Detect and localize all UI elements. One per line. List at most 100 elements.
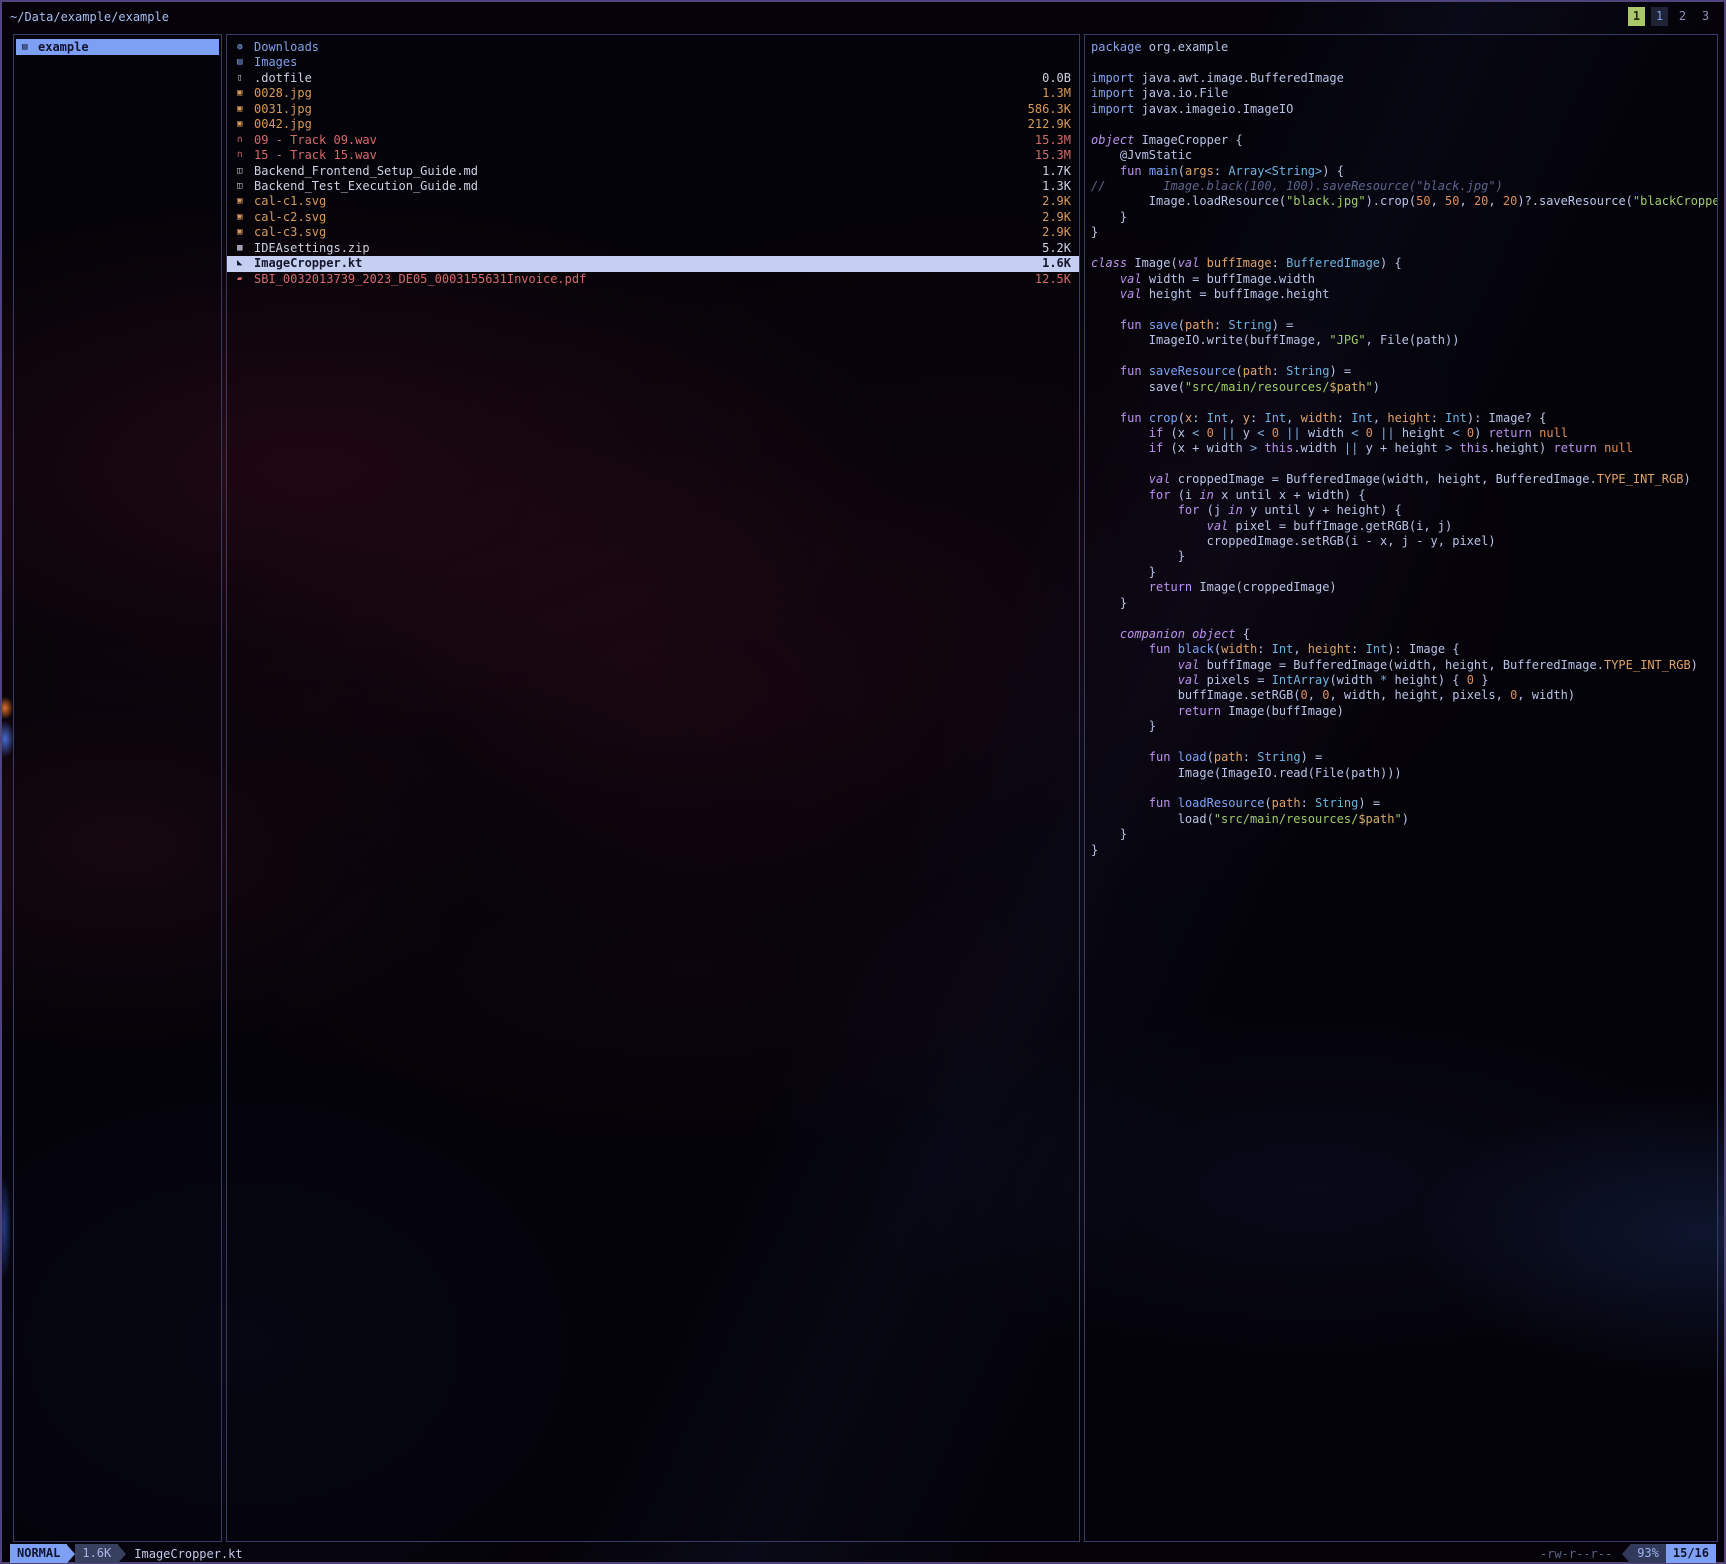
file-row[interactable]: ▤Images bbox=[227, 55, 1079, 70]
file-row[interactable]: ∩09 - Track 09.wav15.3M bbox=[227, 133, 1079, 148]
file-rows: ◍Downloads▤Images▯.dotfile0.0B▣0028.jpg1… bbox=[227, 35, 1079, 287]
file-name: 15 - Track 15.wav bbox=[254, 148, 1035, 163]
parent-rows: ▤example bbox=[14, 35, 221, 59]
code-line: import java.awt.image.BufferedImage bbox=[1091, 71, 1717, 86]
file-size: 586.3K bbox=[1028, 102, 1071, 117]
file-row[interactable]: ▣0042.jpg212.9K bbox=[227, 117, 1079, 132]
code-line: package org.example bbox=[1091, 40, 1717, 55]
file-row[interactable]: ◫Backend_Test_Execution_Guide.md1.3K bbox=[227, 179, 1079, 194]
code-line: fun saveResource(path: String) = bbox=[1091, 364, 1717, 379]
code-line: val croppedImage = BufferedImage(width, … bbox=[1091, 472, 1717, 487]
file-name: Backend_Frontend_Setup_Guide.md bbox=[254, 164, 1042, 179]
kt-file-icon: ◣ bbox=[237, 256, 254, 271]
file-name: ImageCropper.kt bbox=[254, 256, 1042, 271]
file-name: 09 - Track 09.wav bbox=[254, 133, 1035, 148]
file-row[interactable]: ◫Backend_Frontend_Setup_Guide.md1.7K bbox=[227, 164, 1079, 179]
file-name: Backend_Test_Execution_Guide.md bbox=[254, 179, 1042, 194]
file-size: 0.0B bbox=[1042, 71, 1071, 86]
code-line: for (j in y until y + height) { bbox=[1091, 503, 1717, 518]
code-line: companion object { bbox=[1091, 627, 1717, 642]
code-line: val buffImage = BufferedImage(width, hei… bbox=[1091, 658, 1717, 673]
code-line: buffImage.setRGB(0, 0, width, height, pi… bbox=[1091, 688, 1717, 703]
code-line: val pixel = buffImage.getRGB(i, j) bbox=[1091, 519, 1717, 534]
audio-file-icon: ∩ bbox=[237, 133, 254, 148]
tab-4[interactable]: 3 bbox=[1697, 7, 1714, 26]
code-line: } bbox=[1091, 210, 1717, 225]
file-row[interactable]: ∩15 - Track 15.wav15.3M bbox=[227, 148, 1079, 163]
dl-file-icon: ◍ bbox=[237, 40, 254, 55]
code-line bbox=[1091, 302, 1717, 317]
file-name: .dotfile bbox=[254, 71, 1042, 86]
folder-file-icon: ▤ bbox=[237, 55, 254, 70]
code-line: object ImageCropper { bbox=[1091, 133, 1717, 148]
breadcrumb-path: ~/Data/example/example bbox=[10, 7, 169, 27]
code-line: if (x < 0 || y < 0 || width < 0 || heigh… bbox=[1091, 426, 1717, 441]
tab-2[interactable]: 1 bbox=[1651, 7, 1668, 26]
cursor-position-badge: 15/16 bbox=[1666, 1544, 1716, 1563]
file-name: Downloads bbox=[254, 40, 1071, 55]
code-content: package org.example import java.awt.imag… bbox=[1085, 35, 1717, 858]
img-file-icon: ▣ bbox=[237, 210, 254, 225]
img-file-icon: ▣ bbox=[237, 225, 254, 240]
file-name: IDEAsettings.zip bbox=[254, 241, 1042, 256]
img-file-icon: ▣ bbox=[237, 117, 254, 132]
file-size-badge: 1.6K bbox=[75, 1544, 118, 1563]
powerline-separator-icon bbox=[67, 1545, 75, 1563]
code-line bbox=[1091, 349, 1717, 364]
file-name: cal-c1.svg bbox=[254, 194, 1042, 209]
code-line: val pixels = IntArray(width * height) { … bbox=[1091, 673, 1717, 688]
file-size: 5.2K bbox=[1042, 241, 1071, 256]
powerline-separator-icon bbox=[118, 1545, 126, 1563]
file-size: 2.9K bbox=[1042, 225, 1071, 240]
file-size: 1.6K bbox=[1042, 256, 1071, 271]
file-row[interactable]: ▣cal-c1.svg2.9K bbox=[227, 194, 1079, 209]
file-row[interactable]: ▣0028.jpg1.3M bbox=[227, 86, 1079, 101]
img-file-icon: ▣ bbox=[237, 194, 254, 209]
code-line bbox=[1091, 611, 1717, 626]
code-line: ImageIO.write(buffImage, "JPG", File(pat… bbox=[1091, 333, 1717, 348]
code-line: } bbox=[1091, 596, 1717, 611]
code-line: @JvmStatic bbox=[1091, 148, 1717, 163]
code-line: croppedImage.setRGB(i - x, j - y, pixel) bbox=[1091, 534, 1717, 549]
file-row[interactable]: ▣cal-c3.svg2.9K bbox=[227, 225, 1079, 240]
file-row[interactable]: ▣0031.jpg586.3K bbox=[227, 102, 1079, 117]
code-line: fun load(path: String) = bbox=[1091, 750, 1717, 765]
file-row[interactable]: ◣ImageCropper.kt1.6K bbox=[227, 256, 1079, 271]
file-file-icon: ▯ bbox=[237, 71, 254, 86]
powerline-separator-icon bbox=[1622, 1545, 1630, 1563]
file-name: cal-c2.svg bbox=[254, 210, 1042, 225]
img-file-icon: ▣ bbox=[237, 102, 254, 117]
file-size: 1.3M bbox=[1042, 86, 1071, 101]
file-row[interactable]: ▰SBI_0032013739_2023_DE05_0003155631Invo… bbox=[227, 272, 1079, 287]
code-line: Image.loadResource("black.jpg").crop(50,… bbox=[1091, 194, 1717, 209]
file-row[interactable]: ▯.dotfile0.0B bbox=[227, 71, 1079, 86]
scroll-percent-badge: 93% bbox=[1630, 1544, 1666, 1563]
code-line: } bbox=[1091, 225, 1717, 240]
tab-3[interactable]: 2 bbox=[1674, 7, 1691, 26]
file-name: Images bbox=[254, 55, 1071, 70]
code-line: return Image(croppedImage) bbox=[1091, 580, 1717, 595]
code-line: fun main(args: Array<String>) { bbox=[1091, 164, 1717, 179]
parent-dir-item[interactable]: ▤example bbox=[16, 39, 219, 55]
file-size: 212.9K bbox=[1028, 117, 1071, 132]
file-permissions: -rw-r--r-- bbox=[1540, 1547, 1612, 1561]
code-line: if (x + width > this.width || y + height… bbox=[1091, 441, 1717, 456]
code-line: import java.io.File bbox=[1091, 86, 1717, 101]
file-name: 0042.jpg bbox=[254, 117, 1028, 132]
mode-badge: NORMAL bbox=[10, 1544, 67, 1563]
code-line: load("src/main/resources/$path") bbox=[1091, 812, 1717, 827]
file-row[interactable]: ▦IDEAsettings.zip5.2K bbox=[227, 241, 1079, 256]
code-line: val height = buffImage.height bbox=[1091, 287, 1717, 302]
code-line: fun save(path: String) = bbox=[1091, 318, 1717, 333]
tab-1[interactable]: 1 bbox=[1628, 7, 1645, 26]
code-line: import javax.imageio.ImageIO bbox=[1091, 102, 1717, 117]
code-line: } bbox=[1091, 565, 1717, 580]
file-list-panel: ◍Downloads▤Images▯.dotfile0.0B▣0028.jpg1… bbox=[226, 34, 1080, 1542]
file-row[interactable]: ◍Downloads bbox=[227, 40, 1079, 55]
code-line: } bbox=[1091, 827, 1717, 842]
code-line: class Image(val buffImage: BufferedImage… bbox=[1091, 256, 1717, 271]
md-file-icon: ◫ bbox=[237, 179, 254, 194]
code-line: val width = buffImage.width bbox=[1091, 272, 1717, 287]
file-row[interactable]: ▣cal-c2.svg2.9K bbox=[227, 210, 1079, 225]
file-name: SBI_0032013739_2023_DE05_0003155631Invoi… bbox=[254, 272, 1035, 287]
